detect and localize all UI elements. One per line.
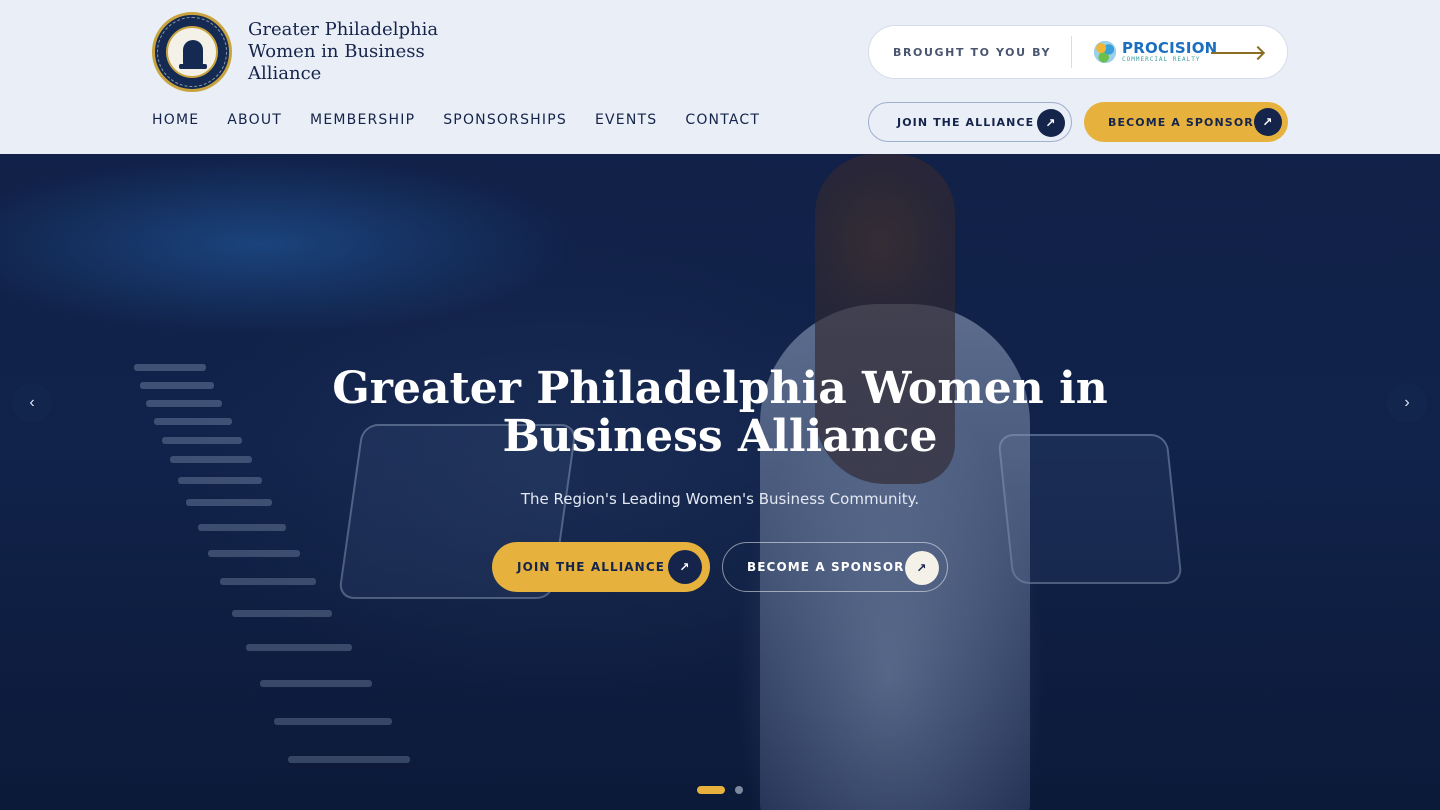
arrow-up-right-icon: ↗ — [1037, 109, 1065, 137]
procision-dots-icon — [1092, 39, 1119, 65]
chevron-left-icon: ‹ — [29, 394, 35, 411]
slider-pagination — [697, 786, 743, 794]
hero-slider: Greater Philadelphia Women in Business A… — [0, 154, 1440, 810]
arrow-up-right-icon: ↗ — [905, 551, 939, 585]
slider-next-button[interactable]: › — [1387, 383, 1427, 423]
divider — [1071, 36, 1073, 68]
arrow-right-icon — [1211, 52, 1263, 54]
join-alliance-button-hero[interactable]: JOIN THE ALLIANCE ↗ — [492, 542, 710, 592]
hero-subtitle: The Region's Leading Women's Business Co… — [520, 490, 920, 508]
become-sponsor-label: BECOME A SPONSOR — [747, 560, 905, 574]
join-alliance-label: JOIN THE ALLIANCE — [517, 560, 666, 574]
slider-prev-button[interactable]: ‹ — [12, 383, 52, 423]
main-nav: HOME ABOUT MEMBERSHIP SPONSORSHIPS EVENT… — [152, 112, 760, 128]
sponsor-sub: COMMERCIAL REALTY — [1122, 55, 1201, 63]
sponsor-name: PROCISION — [1122, 38, 1218, 57]
nav-home[interactable]: HOME — [152, 112, 199, 128]
logo-link[interactable]: Greater Philadelphia Women in Business A… — [152, 12, 498, 92]
hero-title: Greater Philadelphia Women in Business A… — [332, 363, 1108, 462]
nav-sponsorships[interactable]: SPONSORSHIPS — [443, 112, 567, 128]
bell-icon — [179, 40, 207, 69]
become-sponsor-label: BECOME A SPONSOR — [1108, 115, 1254, 129]
slider-dot-2[interactable] — [735, 786, 743, 794]
arrow-up-right-icon: ↗ — [1254, 108, 1282, 136]
procision-logo: PROCISION COMMERCIAL REALTY — [1092, 39, 1217, 65]
nav-events[interactable]: EVENTS — [595, 112, 657, 128]
become-sponsor-button-header[interactable]: BECOME A SPONSOR ↗ — [1084, 102, 1288, 142]
liberty-bell-seal-icon — [152, 12, 232, 92]
brought-to-you-label: BROUGHT TO YOU BY — [893, 45, 1052, 59]
nav-contact[interactable]: CONTACT — [685, 112, 760, 128]
sponsor-pill-link[interactable]: BROUGHT TO YOU BY PROCISION COMMERCIAL R… — [868, 25, 1288, 79]
nav-about[interactable]: ABOUT — [227, 112, 282, 128]
become-sponsor-button-hero[interactable]: BECOME A SPONSOR ↗ — [722, 542, 948, 592]
slider-dot-1[interactable] — [697, 786, 725, 794]
nav-membership[interactable]: MEMBERSHIP — [310, 112, 415, 128]
brand-name[interactable]: Greater Philadelphia Women in Business A… — [248, 19, 498, 85]
chevron-right-icon: › — [1404, 394, 1410, 411]
join-alliance-button-header[interactable]: JOIN THE ALLIANCE ↗ — [868, 102, 1072, 142]
site-header: Greater Philadelphia Women in Business A… — [0, 0, 1440, 154]
arrow-up-right-icon: ↗ — [668, 550, 702, 584]
join-alliance-label: JOIN THE ALLIANCE — [897, 115, 1035, 129]
